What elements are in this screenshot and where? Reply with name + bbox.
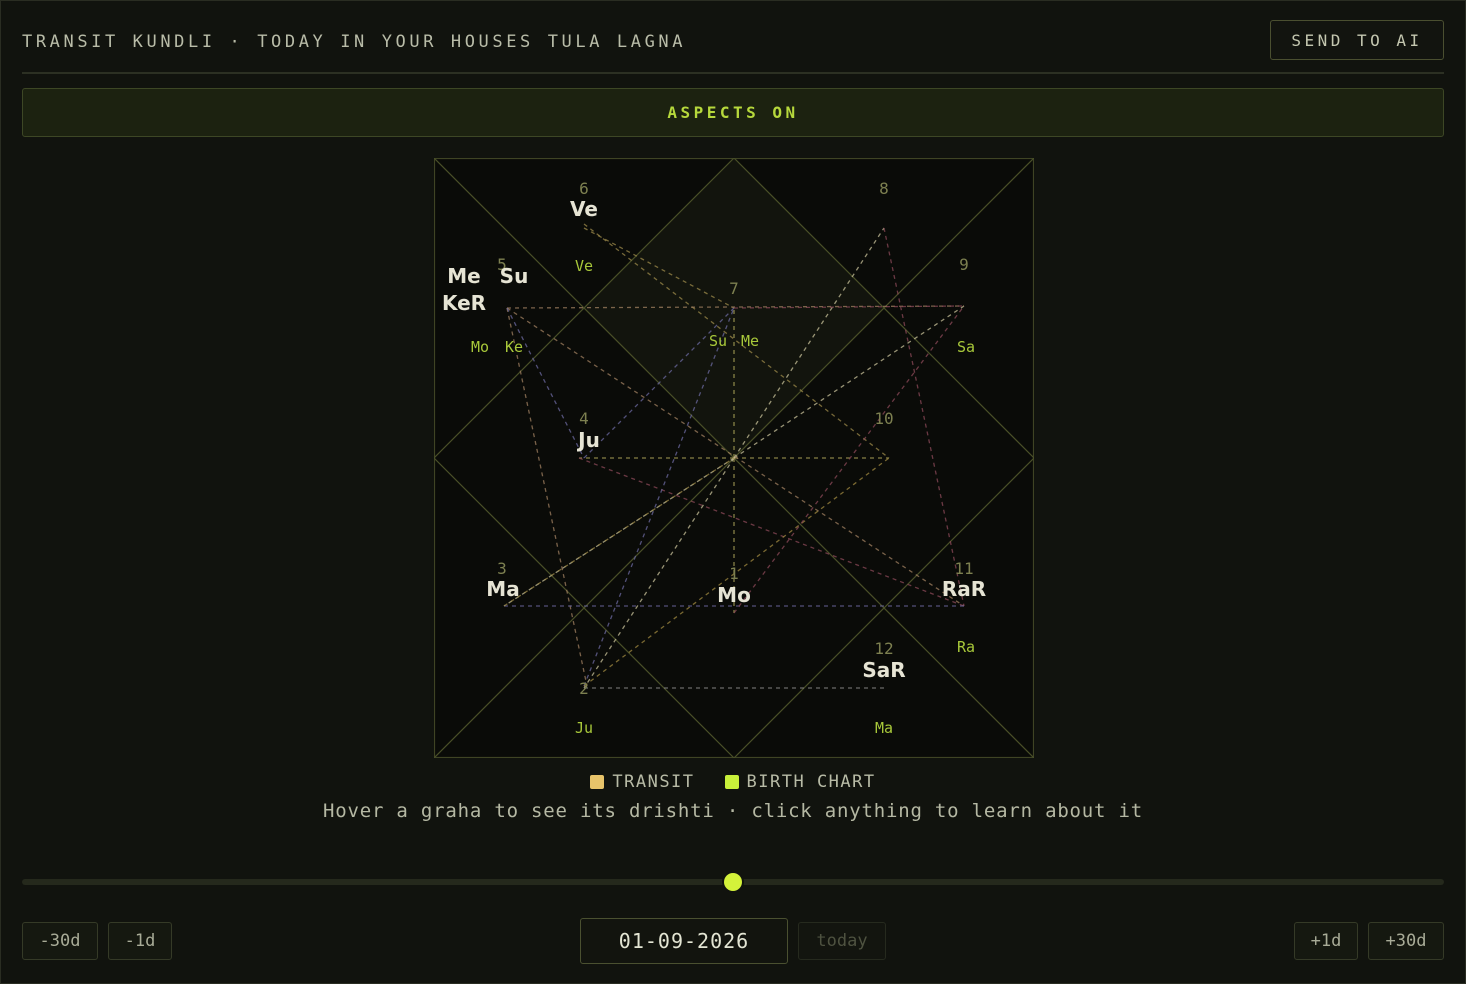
- natal-planet-su[interactable]: Su: [709, 332, 727, 350]
- transit-planet-su[interactable]: Su: [500, 264, 529, 288]
- transit-planet-ju[interactable]: Ju: [576, 428, 600, 452]
- aspects-toggle[interactable]: ASPECTS ON: [22, 88, 1444, 137]
- birth-swatch: [724, 775, 739, 789]
- natal-planet-ve[interactable]: Ve: [575, 257, 593, 275]
- minus-1-day-button[interactable]: -1d: [108, 922, 172, 960]
- kundli-chart: 1 Mo 2 Ju 3 Ma 4 Ju 5 Su Me KeR Mo Ke 6 Ve Ve 7 Su Me 8 9 Sa 10…: [433, 157, 1035, 759]
- transit-planet-mo[interactable]: Mo: [717, 583, 751, 607]
- house-6-number: 6: [579, 179, 589, 198]
- natal-planet-ma[interactable]: Ma: [875, 719, 893, 737]
- transit-planet-me[interactable]: Me: [447, 264, 480, 288]
- house-8-number: 8: [879, 179, 889, 198]
- date-field[interactable]: 01-09-2026: [580, 918, 788, 964]
- date-slider[interactable]: [22, 873, 1444, 891]
- transit-planet-rar[interactable]: RaR: [942, 577, 986, 601]
- transit-planet-ker[interactable]: KeR: [442, 291, 486, 315]
- natal-planet-ke[interactable]: Ke: [505, 338, 523, 356]
- natal-planet-sa[interactable]: Sa: [957, 338, 975, 356]
- kundli-chart-svg: 1Mo2Ju3Ma4Ju5SuMeKeRMo Ke6VeVe7Su Me89Sa10…: [433, 157, 1035, 759]
- legend-birth: BIRTH CHART: [724, 772, 876, 792]
- transit-planet-sar[interactable]: SaR: [862, 658, 905, 682]
- house-4-number: 4: [579, 409, 589, 428]
- slider-thumb[interactable]: [724, 873, 742, 891]
- house-3-number: 3: [497, 559, 507, 578]
- header-divider: [22, 72, 1444, 74]
- plus-30-days-button[interactable]: +30d: [1368, 922, 1444, 960]
- page-title: TRANSIT KUNDLI · TODAY IN YOUR HOUSES TU…: [22, 32, 687, 52]
- minus-30-days-button[interactable]: -30d: [22, 922, 98, 960]
- house-12-number: 12: [874, 639, 893, 658]
- natal-planet-ju[interactable]: Ju: [575, 719, 593, 737]
- plus-1-day-button[interactable]: +1d: [1294, 922, 1358, 960]
- today-button[interactable]: today: [798, 922, 886, 960]
- natal-planet-ra[interactable]: Ra: [957, 638, 975, 656]
- legend-birth-label: BIRTH CHART: [746, 772, 876, 792]
- transit-planet-ma[interactable]: Ma: [486, 577, 519, 601]
- natal-planet-mo[interactable]: Mo: [471, 338, 489, 356]
- header: TRANSIT KUNDLI · TODAY IN YOUR HOUSES TU…: [22, 20, 1444, 72]
- house-9-number: 9: [959, 255, 969, 274]
- house-2-number: 2: [579, 679, 589, 698]
- house-11-number: 11: [954, 559, 973, 578]
- legend-transit: TRANSIT: [590, 772, 694, 792]
- transit-swatch: [590, 775, 605, 789]
- house-10-number: 10: [874, 409, 893, 428]
- house-1-number: 1: [729, 564, 739, 583]
- house-7-number: 7: [729, 279, 739, 298]
- hint-text: Hover a graha to see its drishti · click…: [322, 800, 1143, 822]
- chart-legend: TRANSIT BIRTH CHART: [0, 772, 1466, 792]
- send-to-ai-button[interactable]: SEND TO AI: [1270, 20, 1444, 60]
- transit-planet-ve[interactable]: Ve: [570, 197, 598, 221]
- legend-transit-label: TRANSIT: [612, 772, 695, 792]
- natal-planet-me[interactable]: Me: [741, 332, 759, 350]
